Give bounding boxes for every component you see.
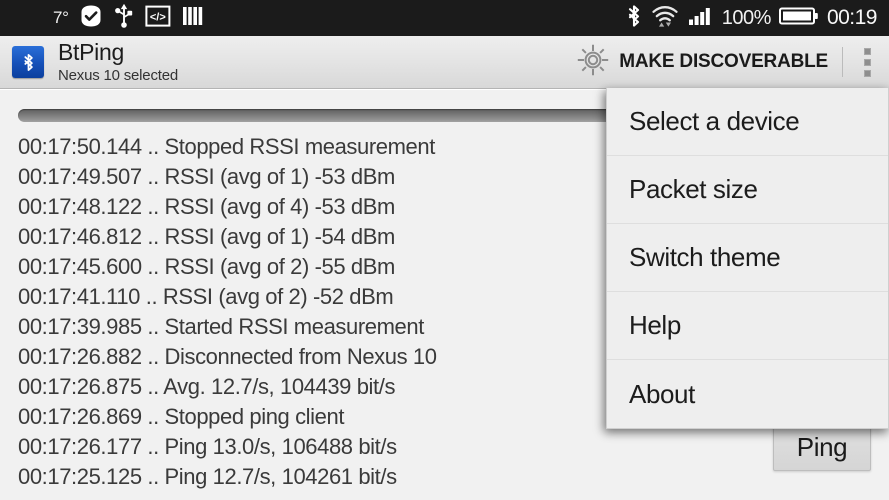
status-bar-clock: 00:19 xyxy=(827,6,879,30)
vertical-bars-icon xyxy=(181,4,207,33)
checkmark-circle-icon xyxy=(79,4,103,33)
svg-text:</>: </> xyxy=(150,11,166,23)
page-subtitle: Nexus 10 selected xyxy=(58,68,178,83)
menu-item-label: Packet size xyxy=(629,174,758,205)
menu-item-help[interactable]: Help xyxy=(607,292,888,360)
menu-item-label: Help xyxy=(629,310,681,341)
overflow-menu-icon[interactable] xyxy=(845,36,889,89)
menu-item-switch-theme[interactable]: Switch theme xyxy=(607,224,888,292)
menu-item-select-a-device[interactable]: Select a device xyxy=(607,88,888,156)
make-discoverable-button[interactable]: MAKE DISCOVERABLE xyxy=(568,36,840,89)
menu-item-packet-size[interactable]: Packet size xyxy=(607,156,888,224)
battery-icon xyxy=(779,5,819,32)
radar-target-icon xyxy=(576,43,610,82)
usb-icon xyxy=(113,4,135,33)
menu-item-label: About xyxy=(629,379,695,410)
log-line: 00:17:25.125 .. Ping 12.7/s, 104261 bit/… xyxy=(0,462,889,492)
log-line: 00:17:26.177 .. Ping 13.0/s, 106488 bit/… xyxy=(0,432,889,462)
cellular-signal-icon xyxy=(688,4,714,33)
temperature-indicator: 7° xyxy=(8,8,69,28)
app-title-block[interactable]: BtPing Nexus 10 selected xyxy=(58,41,178,83)
wifi-icon xyxy=(650,3,680,34)
ping-button[interactable]: Ping xyxy=(773,423,871,471)
make-discoverable-label: MAKE DISCOVERABLE xyxy=(619,51,828,73)
action-bar: BtPing Nexus 10 selected MAKE DISCOVERAB… xyxy=(0,36,889,89)
overflow-dot xyxy=(864,59,871,66)
battery-percent-label: 100% xyxy=(722,7,771,30)
app-screen: 7° xyxy=(0,0,889,500)
status-bar-right-group: 100% 00:19 xyxy=(626,3,879,34)
menu-item-label: Select a device xyxy=(629,106,799,137)
status-bar-left-group: 7° xyxy=(8,4,626,33)
menu-item-label: Switch theme xyxy=(629,242,780,273)
bluetooth-app-icon xyxy=(12,46,44,78)
action-bar-divider xyxy=(842,47,843,77)
bluetooth-icon xyxy=(626,3,642,34)
overflow-dot xyxy=(864,70,871,77)
status-bar: 7° xyxy=(0,0,889,36)
overflow-dot xyxy=(864,48,871,55)
page-title: BtPing xyxy=(58,41,178,64)
ping-button-label: Ping xyxy=(797,432,847,463)
code-brackets-icon: </> xyxy=(145,4,171,33)
overflow-dropdown-menu: Select a device Packet size Switch theme He… xyxy=(606,88,889,429)
menu-item-about[interactable]: About xyxy=(607,360,888,428)
